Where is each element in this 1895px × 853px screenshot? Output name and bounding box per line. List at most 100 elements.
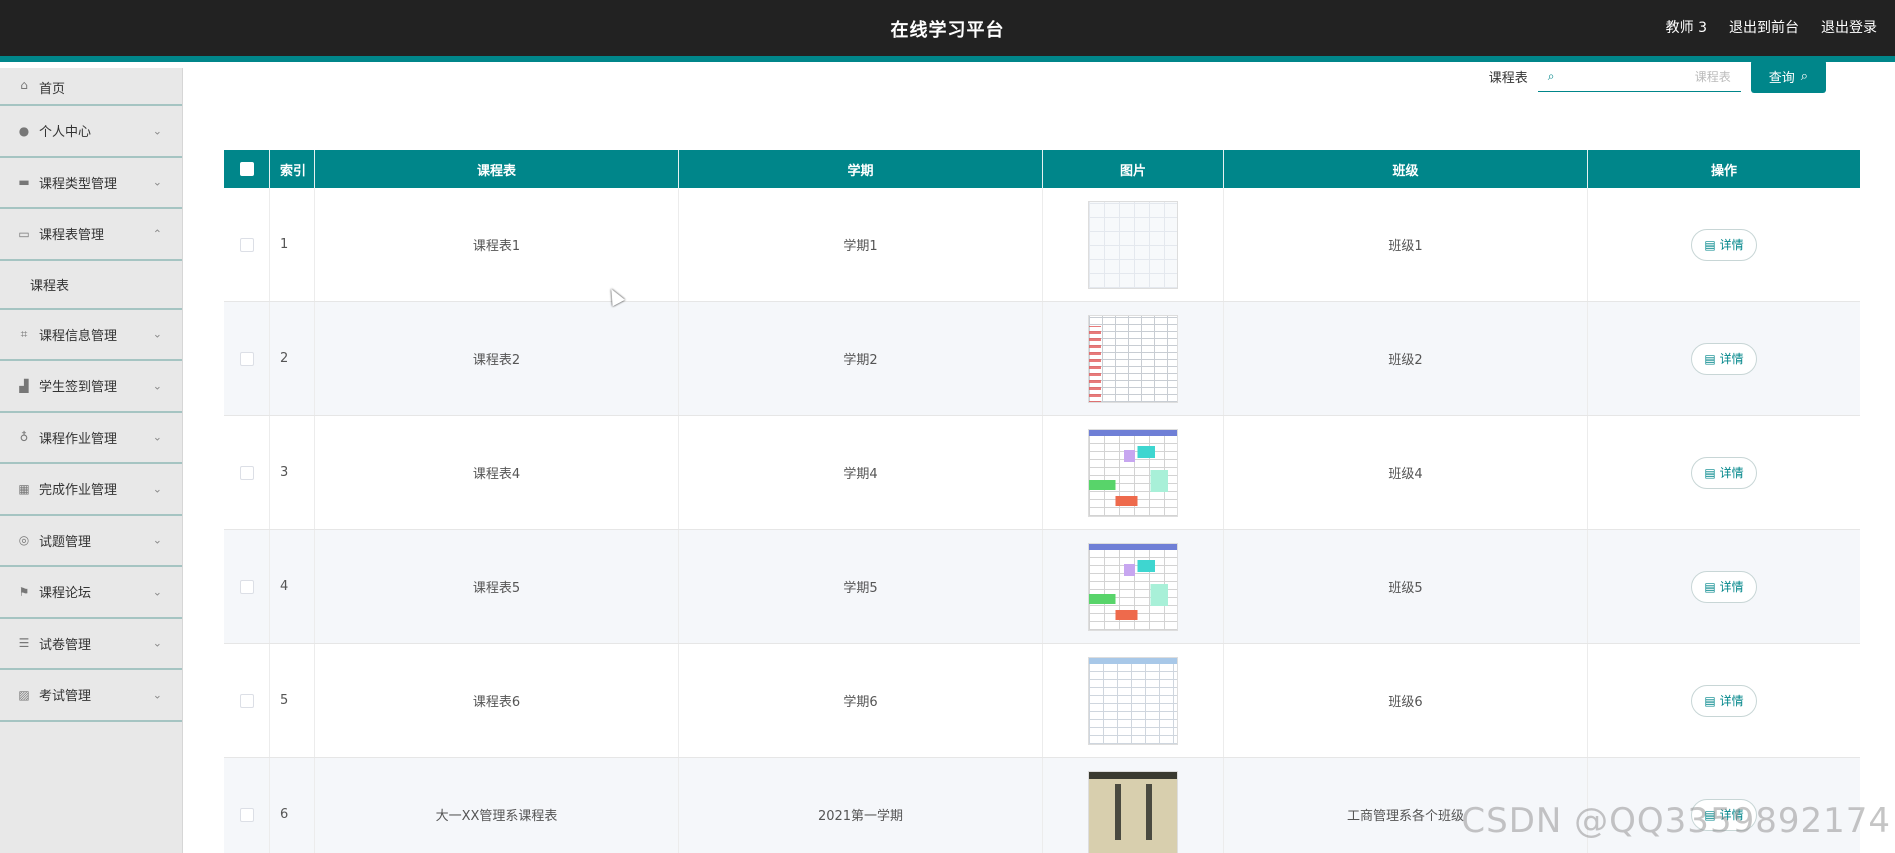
detail-label: 详情	[1719, 466, 1744, 480]
header-index: 索引	[270, 150, 315, 188]
flag-icon: ⚑	[18, 584, 30, 599]
row-index: 1	[270, 188, 315, 301]
user-icon: ●	[18, 123, 30, 138]
detail-button[interactable]: ▤ 详情	[1691, 228, 1757, 261]
logout-link[interactable]: 退出登录	[1821, 17, 1877, 37]
sidebar-item-forum[interactable]: ⚑ 课程论坛 ⌄	[0, 567, 182, 619]
table-row: 3 课程表4 学期4 班级4 ▤ 详情	[224, 416, 1860, 530]
row-term: 学期2	[679, 302, 1043, 415]
detail-button[interactable]: ▤ 详情	[1691, 570, 1757, 603]
row-actions: ▤ 详情	[1588, 188, 1860, 301]
row-image-cell	[1043, 530, 1224, 643]
sidebar-item-personal-center[interactable]: ● 个人中心 ⌄	[0, 106, 182, 158]
row-select-cell	[224, 530, 270, 643]
row-image-cell	[1043, 302, 1224, 415]
submenu-item-schedule[interactable]: 课程表	[0, 261, 182, 310]
sidebar-item-questions[interactable]: ◎ 试题管理 ⌄	[0, 516, 182, 567]
row-checkbox[interactable]	[239, 693, 254, 708]
row-term: 学期5	[679, 530, 1043, 643]
chart-icon: ▨	[18, 687, 30, 702]
header-term: 学期	[679, 150, 1043, 188]
row-name: 课程表1	[315, 188, 679, 301]
row-actions: ▤ 详情	[1588, 302, 1860, 415]
home-icon: ⌂	[20, 78, 28, 92]
row-image-cell	[1043, 644, 1224, 757]
briefcase-icon: ▭	[18, 226, 30, 241]
sidebar-item-label: 课程信息管理	[39, 328, 118, 344]
table-header: 索引 课程表 学期 图片 班级 操作	[224, 150, 1860, 188]
row-checkbox[interactable]	[239, 807, 254, 822]
search-icon: ⌕	[1800, 69, 1808, 84]
row-name: 课程表5	[315, 530, 679, 643]
detail-label: 详情	[1719, 238, 1744, 252]
row-index: 6	[270, 758, 315, 853]
select-all-cell	[224, 150, 270, 188]
row-name: 课程表4	[315, 416, 679, 529]
sidebar-item-course-type[interactable]: ▬ 课程类型管理 ⌄	[0, 158, 182, 209]
sidebar-item-label: 学生签到管理	[39, 380, 118, 396]
search-icon: ⌕	[1547, 68, 1555, 83]
row-image-cell	[1043, 188, 1224, 301]
detail-button[interactable]: ▤ 详情	[1691, 456, 1757, 489]
document-icon: ▤	[1704, 693, 1716, 708]
sidebar-item-label: 课程论坛	[39, 586, 92, 602]
mic-icon: ♁	[19, 430, 29, 445]
search-label: 课程表	[1488, 71, 1528, 86]
grid-icon: ▦	[18, 481, 30, 496]
row-class: 班级6	[1224, 644, 1588, 757]
row-select-cell	[224, 758, 270, 853]
sidebar-item-checkin[interactable]: ▟ 学生签到管理 ⌄	[0, 361, 182, 413]
table-row: 1 课程表1 学期1 班级1 ▤ 详情	[224, 188, 1860, 302]
sidebar-item-home[interactable]: ⌂ 首页	[0, 68, 182, 106]
schedule-thumbnail[interactable]	[1088, 314, 1178, 403]
row-select-cell	[224, 302, 270, 415]
exit-to-front-link[interactable]: 退出到前台	[1729, 17, 1799, 37]
row-checkbox[interactable]	[239, 465, 254, 480]
detail-label: 详情	[1719, 694, 1744, 708]
stamp-icon: ▟	[19, 378, 29, 393]
schedule-thumbnail[interactable]	[1088, 656, 1178, 745]
chevron-down-icon: ⌄	[152, 327, 162, 341]
chevron-down-icon: ⌄	[152, 379, 162, 393]
header-links: 教师 3 退出到前台 退出登录	[1666, 17, 1877, 37]
sidebar-item-label: 试卷管理	[39, 637, 92, 653]
row-class: 班级5	[1224, 530, 1588, 643]
row-class: 班级1	[1224, 188, 1588, 301]
schedule-thumbnail[interactable]	[1088, 770, 1178, 853]
schedule-thumbnail[interactable]	[1088, 542, 1178, 631]
row-select-cell	[224, 644, 270, 757]
sidebar-item-completed-homework[interactable]: ▦ 完成作业管理 ⌄	[0, 464, 182, 516]
row-name: 大一XX管理系课程表	[315, 758, 679, 853]
sidebar-item-label: 考试管理	[39, 689, 92, 705]
row-checkbox[interactable]	[239, 351, 254, 366]
search-placeholder: 课程表	[1694, 69, 1731, 84]
row-select-cell	[224, 416, 270, 529]
sidebar-item-homework[interactable]: ♁ 课程作业管理 ⌄	[0, 413, 182, 464]
detail-button[interactable]: ▤ 详情	[1691, 684, 1757, 717]
row-checkbox[interactable]	[239, 579, 254, 594]
search-button[interactable]: 查询 ⌕	[1750, 60, 1826, 93]
sidebar-item-exams[interactable]: ▨ 考试管理 ⌄	[0, 670, 182, 722]
row-actions: ▤ 详情	[1588, 530, 1860, 643]
sidebar-item-papers[interactable]: ☰ 试卷管理 ⌄	[0, 619, 182, 670]
search-input[interactable]: ⌕ 课程表	[1537, 62, 1741, 92]
schedule-thumbnail[interactable]	[1088, 200, 1178, 289]
table-row: 5 课程表6 学期6 班级6 ▤ 详情	[224, 644, 1860, 758]
sidebar-item-schedule[interactable]: ▭ 课程表管理 ⌃	[0, 209, 182, 261]
row-term: 学期4	[679, 416, 1043, 529]
row-term: 学期1	[679, 188, 1043, 301]
schedule-thumbnail[interactable]	[1088, 428, 1178, 517]
header-class: 班级	[1224, 150, 1588, 188]
select-all-checkbox[interactable]	[239, 162, 254, 176]
sidebar-item-course-info[interactable]: ⌗ 课程信息管理 ⌄	[0, 310, 182, 361]
schedule-table: 索引 课程表 学期 图片 班级 操作 1 课程表1 学期1 班级1 ▤ 详情 2 …	[224, 150, 1860, 853]
chevron-down-icon: ⌄	[152, 688, 162, 702]
chevron-up-icon: ⌃	[152, 227, 162, 241]
row-checkbox[interactable]	[239, 237, 254, 252]
detail-button[interactable]: ▤ 详情	[1691, 342, 1757, 375]
watermark-text: CSDN @QQ3359892174	[1461, 801, 1891, 841]
user-name-link[interactable]: 教师 3	[1666, 17, 1707, 37]
row-image-cell	[1043, 758, 1224, 853]
header-actions: 操作	[1710, 163, 1737, 179]
globe-icon: ◎	[18, 533, 30, 548]
